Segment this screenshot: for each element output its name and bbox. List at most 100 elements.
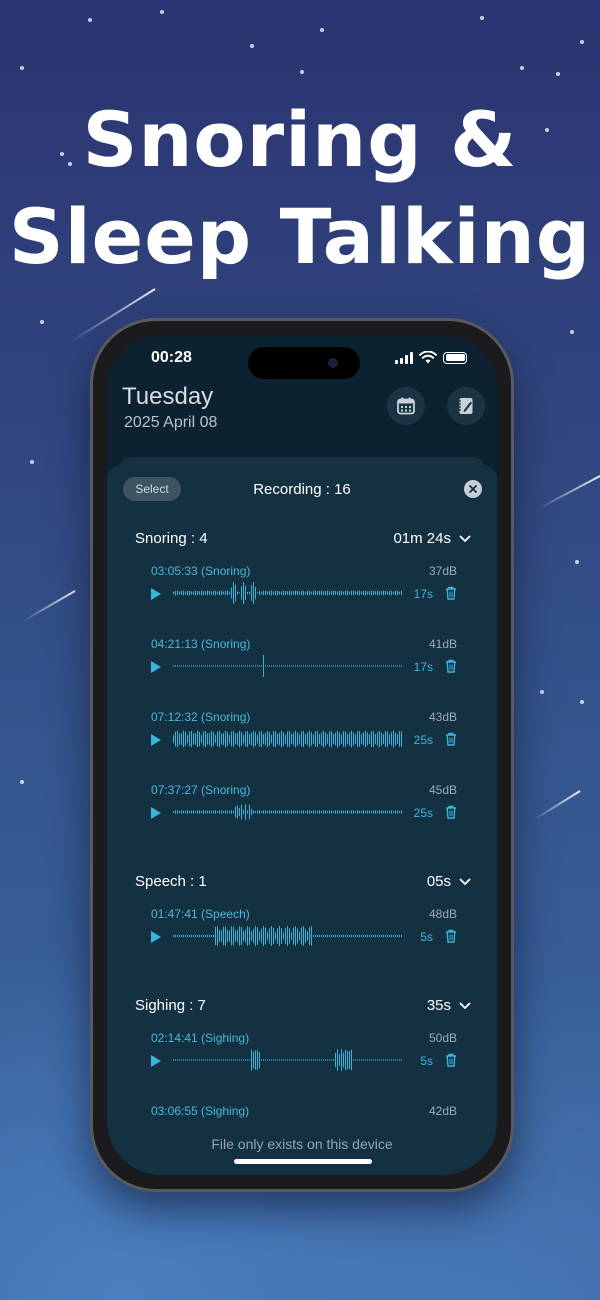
waveform-bar bbox=[347, 665, 348, 667]
close-button[interactable] bbox=[464, 480, 482, 498]
recording-row[interactable]: 07:37:27 (Snoring) 45dB 25s bbox=[151, 783, 457, 839]
recording-name: 03:06:55 (Sighing) bbox=[151, 1104, 250, 1118]
waveform-bar bbox=[333, 734, 334, 744]
waveform-bar bbox=[221, 1059, 222, 1061]
recording-row[interactable]: 03:05:33 (Snoring) 37dB 17s bbox=[151, 564, 457, 620]
waveform-bar bbox=[293, 732, 294, 746]
waveform-bar bbox=[181, 590, 182, 596]
waveform-bar bbox=[177, 810, 178, 814]
waveform-bar bbox=[345, 934, 346, 938]
wifi-icon bbox=[419, 351, 437, 364]
waveform-bar bbox=[373, 591, 374, 595]
group-header-speech[interactable]: Speech : 1 05s bbox=[135, 873, 471, 890]
waveform-bar bbox=[199, 665, 200, 667]
waveform bbox=[173, 926, 402, 946]
waveform-bar bbox=[243, 809, 244, 815]
waveform-bar bbox=[363, 732, 364, 746]
waveform-bar bbox=[301, 810, 302, 814]
waveform-bar bbox=[389, 934, 390, 938]
play-icon[interactable] bbox=[151, 588, 161, 600]
waveform-bar bbox=[343, 1052, 344, 1068]
waveform-bar bbox=[341, 1049, 342, 1071]
trash-icon[interactable] bbox=[445, 732, 457, 746]
waveform-bar bbox=[337, 591, 338, 595]
recording-name: 07:12:32 (Snoring) bbox=[151, 710, 251, 724]
waveform-bar bbox=[183, 810, 184, 814]
waveform-bar bbox=[249, 1059, 250, 1061]
waveform-bar bbox=[275, 932, 276, 940]
waveform-bar bbox=[279, 732, 280, 746]
play-icon[interactable] bbox=[151, 661, 161, 673]
recording-db: 43dB bbox=[428, 710, 457, 724]
waveform-bar bbox=[179, 810, 180, 814]
waveform-bar bbox=[175, 590, 176, 596]
play-icon[interactable] bbox=[151, 931, 161, 943]
waveform-bar bbox=[375, 665, 376, 667]
waveform-bar bbox=[255, 586, 256, 600]
waveform-bar bbox=[339, 810, 340, 814]
waveform-bar bbox=[375, 934, 376, 938]
waveform-bar bbox=[287, 810, 288, 814]
waveform-bar bbox=[367, 732, 368, 746]
waveform-bar bbox=[337, 1049, 338, 1071]
waveform-bar bbox=[311, 665, 312, 667]
waveform-bar bbox=[185, 810, 186, 814]
waveform-bar bbox=[339, 1054, 340, 1066]
waveform-bar bbox=[193, 810, 194, 814]
waveform-bar bbox=[261, 811, 262, 813]
waveform-bar bbox=[397, 1059, 398, 1061]
recording-row[interactable]: 02:14:41 (Sighing) 50dB 5s bbox=[151, 1031, 457, 1087]
waveform-bar bbox=[371, 590, 372, 596]
waveform-bar bbox=[345, 590, 346, 596]
group-header-snoring[interactable]: Snoring : 4 01m 24s bbox=[135, 530, 471, 547]
waveform-bar bbox=[331, 810, 332, 814]
waveform-bar bbox=[353, 665, 354, 667]
waveform-bar bbox=[265, 732, 266, 746]
waveform-bar bbox=[401, 665, 402, 667]
waveform-bar bbox=[373, 731, 374, 747]
waveform-bar bbox=[199, 1059, 200, 1061]
waveform-bar bbox=[229, 591, 230, 595]
trash-icon[interactable] bbox=[445, 659, 457, 673]
trash-icon[interactable] bbox=[445, 586, 457, 600]
recording-name: 01:47:41 (Speech) bbox=[151, 907, 250, 921]
recording-row[interactable]: 07:12:32 (Snoring) 43dB 25s bbox=[151, 710, 457, 766]
trash-icon[interactable] bbox=[445, 805, 457, 819]
waveform-bar bbox=[357, 810, 358, 814]
waveform-bar bbox=[329, 810, 330, 814]
waveform-bar bbox=[197, 1059, 198, 1061]
waveform-bar bbox=[201, 1059, 202, 1061]
waveform-bar bbox=[287, 1059, 288, 1061]
waveform-bar bbox=[235, 1059, 236, 1061]
waveform-bar bbox=[349, 1051, 350, 1069]
waveform-bar bbox=[275, 810, 276, 814]
waveform-bar bbox=[331, 591, 332, 595]
waveform-bar bbox=[221, 665, 222, 667]
waveform-bar bbox=[217, 811, 218, 813]
waveform-bar bbox=[303, 810, 304, 814]
waveform-bar bbox=[385, 665, 386, 667]
journal-button[interactable] bbox=[447, 387, 485, 425]
waveform-bar bbox=[197, 665, 198, 667]
group-total: 05s bbox=[426, 873, 451, 890]
recording-row[interactable]: 04:21:13 (Snoring) 41dB 17s bbox=[151, 637, 457, 693]
waveform-bar bbox=[395, 665, 396, 667]
trash-icon[interactable] bbox=[445, 929, 457, 943]
waveform-bar bbox=[187, 1059, 188, 1061]
trash-icon[interactable] bbox=[445, 1053, 457, 1067]
waveform-bar bbox=[395, 732, 396, 746]
play-icon[interactable] bbox=[151, 807, 161, 819]
calendar-button[interactable] bbox=[387, 387, 425, 425]
waveform-bar bbox=[333, 810, 334, 813]
waveform-bar bbox=[175, 810, 176, 814]
group-header-sighing[interactable]: Sighing : 7 35s bbox=[135, 997, 471, 1014]
recording-row[interactable]: 01:47:41 (Speech) 48dB 5s bbox=[151, 907, 457, 963]
waveform-bar bbox=[369, 665, 370, 667]
waveform-bar bbox=[319, 1059, 320, 1061]
home-indicator[interactable] bbox=[234, 1159, 372, 1164]
waveform-bar bbox=[351, 590, 352, 596]
play-icon[interactable] bbox=[151, 734, 161, 746]
waveform-bar bbox=[325, 810, 326, 814]
play-icon[interactable] bbox=[151, 1055, 161, 1067]
waveform-bar bbox=[207, 1059, 208, 1061]
